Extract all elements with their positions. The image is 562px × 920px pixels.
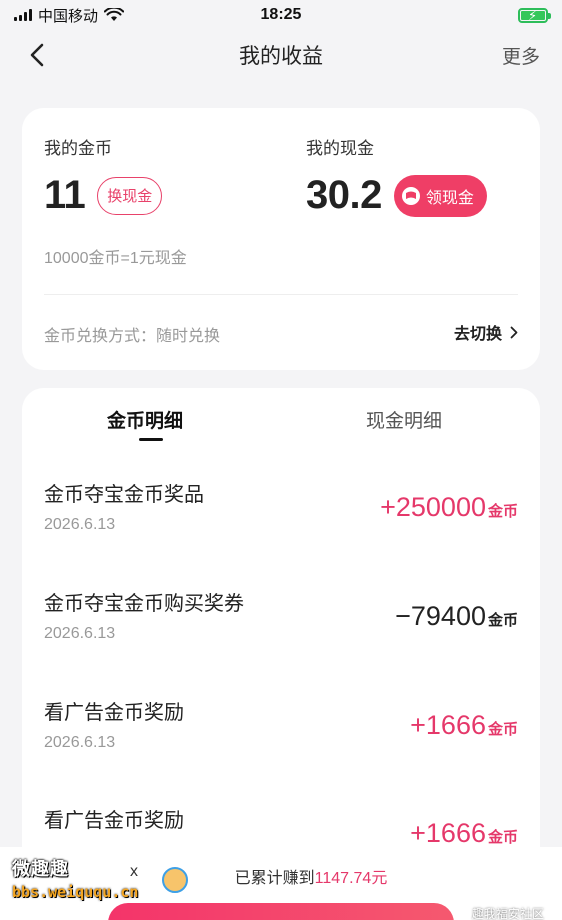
record-title: 看广告金币奖励 — [44, 810, 184, 832]
watermark-right: 趣我福安社区 — [471, 907, 544, 920]
summary-prefix: 已累计赚到 — [234, 870, 315, 887]
back-button[interactable] — [22, 40, 52, 70]
amount-value: +250000 — [380, 492, 486, 522]
amount-value: +1666 — [410, 818, 486, 848]
amount-unit: 金币 — [487, 721, 518, 738]
wifi-icon — [104, 8, 125, 21]
more-button[interactable]: 更多 — [502, 42, 540, 69]
bottom-bar: x 已累计赚到1147.74元 微趣趣 bbs.weiququ.cn 趣我福安社… — [0, 847, 562, 920]
list-item[interactable]: 看广告金币奖励 2026.6.13 +1666 金币 — [22, 696, 540, 804]
watermark-logo: 微趣趣 bbs.weiququ.cn — [12, 855, 138, 901]
switch-label: 去切换 — [453, 326, 502, 343]
record-date: 2026.6.13 — [44, 734, 116, 751]
record-title: 金币夺宝金币购买奖券 — [44, 593, 244, 615]
wallet-icon — [401, 186, 420, 205]
summary-amount: 1147.74元 — [314, 870, 388, 887]
record-amount: +1666 金币 — [410, 710, 518, 741]
page-title: 我的收益 — [239, 45, 323, 68]
switch-mode-link[interactable]: 去切换 — [454, 320, 518, 344]
coins-section: 我的金币 11 换现金 — [44, 134, 163, 218]
watermark-url: bbs.weiququ.cn — [12, 883, 139, 901]
chevron-left-icon — [30, 43, 44, 67]
cash-section: 我的现金 30.2 领现金 — [306, 134, 487, 218]
coins-label: 我的金币 — [44, 139, 112, 158]
balance-card: 我的金币 11 换现金 我的现金 30.2 领现金 10000金币=1元现金 金… — [22, 108, 540, 370]
cta-button[interactable] — [108, 903, 454, 920]
record-date: 2026.6.13 — [44, 625, 116, 642]
watermark-title: 微趣趣 — [12, 859, 69, 879]
record-title: 金币夺宝金币奖品 — [44, 484, 204, 506]
amount-unit: 金币 — [487, 612, 518, 629]
record-title: 看广告金币奖励 — [44, 702, 184, 724]
withdraw-label: 领现金 — [425, 189, 474, 207]
list-item[interactable]: 金币夺宝金币购买奖券 2026.6.13 −79400 金币 — [22, 587, 540, 695]
amount-unit: 金币 — [487, 503, 518, 520]
amount-unit: 金币 — [487, 829, 518, 846]
record-date: 2026.6.13 — [44, 516, 116, 533]
tab-coin-details[interactable]: 金币明细 — [107, 406, 183, 433]
detail-card: 金币明细 现金明细 金币夺宝金币奖品 2026.6.13 +250000 金币 … — [22, 388, 540, 920]
divider — [44, 294, 518, 295]
record-amount: −79400 金币 — [395, 601, 518, 632]
exchange-rate-text: 10000金币=1元现金 — [44, 250, 187, 267]
withdraw-cash-button[interactable]: 领现金 — [393, 174, 487, 217]
amount-value: +1666 — [410, 710, 486, 740]
chevron-right-icon — [510, 326, 518, 338]
nav-bar: 我的收益 更多 — [0, 30, 562, 80]
tab-cash-details[interactable]: 现金明细 — [366, 406, 442, 433]
exchange-mode-text: 金币兑换方式：随时兑换 — [44, 328, 221, 345]
detail-tabs: 金币明细 现金明细 — [22, 388, 540, 448]
exchange-cash-button[interactable]: 换现金 — [97, 176, 163, 215]
cash-value: 30.2 — [306, 173, 382, 217]
signal-icon — [14, 9, 32, 21]
cash-label: 我的现金 — [306, 139, 374, 158]
record-amount: +250000 金币 — [380, 492, 518, 523]
record-amount: +1666 金币 — [410, 818, 518, 849]
active-tab-indicator — [139, 438, 163, 441]
list-item[interactable]: 金币夺宝金币奖品 2026.6.13 +250000 金币 — [22, 478, 540, 586]
carrier-name: 中国移动 — [38, 7, 99, 25]
amount-value: −79400 — [395, 601, 486, 631]
battery-icon: ⚡ — [518, 7, 551, 23]
status-bar: 中国移动 18:25 ⚡ — [0, 0, 562, 30]
coins-value: 11 — [44, 173, 86, 217]
